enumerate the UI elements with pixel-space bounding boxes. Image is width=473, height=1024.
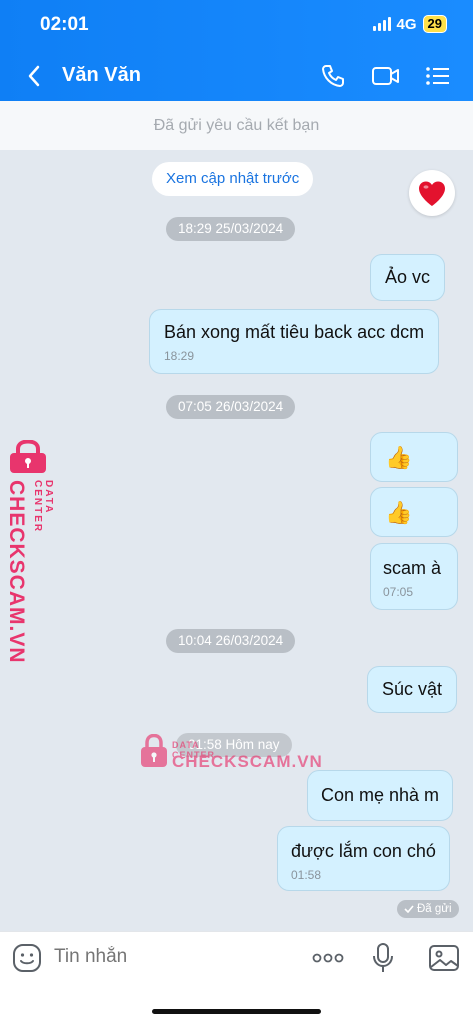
status-time: 02:01 [40, 14, 89, 35]
timestamp-divider: 10:04 26/03/2024 [166, 629, 296, 653]
message-time: 18:29 [164, 349, 195, 363]
battery-icon: 29 [422, 15, 447, 33]
lock-icon [141, 733, 167, 767]
image-button[interactable] [428, 943, 460, 978]
chevron-left-icon [28, 65, 40, 87]
message-time: 01:58 [291, 868, 322, 882]
friend-request-banner: Đã gửi yêu cầu kết bạn [0, 101, 473, 150]
call-button[interactable] [317, 61, 349, 91]
smiley-icon [13, 944, 41, 972]
ellipsis-icon [312, 953, 344, 963]
chat-title[interactable]: Văn Văn [62, 64, 141, 87]
watermark-brand: CHECKSCAM.VN [172, 752, 323, 771]
heart-icon [419, 181, 445, 206]
message-time: 07:05 [383, 585, 414, 599]
home-indicator [152, 1009, 321, 1014]
message-text: được lắm con chó [291, 841, 436, 861]
message-text: Con mẹ nhà m [321, 785, 440, 805]
network-type: 4G [396, 15, 417, 33]
phone-icon [322, 65, 344, 87]
back-button[interactable] [20, 62, 48, 90]
signal-icon [372, 17, 391, 31]
more-options-button[interactable] [312, 950, 344, 968]
thumbs-up-emoji: 👍 [385, 500, 413, 525]
sent-status-badge: Đã gửi [397, 900, 459, 918]
message-bubble[interactable]: Con mẹ nhà m [307, 770, 454, 821]
message-text: Bán xong mất tiêu back acc dcm [164, 322, 425, 342]
message-text: Ảo vc [385, 267, 431, 287]
timestamp-divider: 07:05 26/03/2024 [166, 395, 296, 419]
app-header: 02:01 4G 29 Văn Văn [0, 0, 473, 101]
list-menu-icon [426, 67, 449, 85]
thumbs-up-emoji: 👍 [385, 445, 413, 470]
watermark-subtitle: DATA CENTER [32, 480, 54, 534]
voice-button[interactable] [371, 942, 395, 979]
menu-button[interactable] [422, 61, 454, 91]
load-more-button[interactable]: Xem cập nhật trước [152, 162, 314, 196]
message-bubble[interactable]: Bán xong mất tiêu back acc dcm 18:29 [149, 309, 440, 374]
emoji-button[interactable] [12, 943, 42, 973]
message-bubble[interactable]: Súc vật [367, 666, 458, 713]
message-text: scam à [383, 558, 442, 578]
microphone-icon [373, 943, 393, 972]
status-indicators: 4G 29 [372, 15, 447, 33]
message-text: Súc vật [382, 679, 443, 699]
lock-icon [10, 440, 46, 473]
check-icon [404, 905, 414, 914]
message-bubble[interactable]: Ảo vc [370, 254, 446, 301]
watermark-brand: CHECKSCAM.VN [5, 480, 28, 664]
message-bubble[interactable]: 👍 [370, 487, 458, 537]
message-bubble[interactable]: 👍 [370, 432, 458, 482]
react-button[interactable] [409, 170, 455, 216]
video-camera-icon [372, 67, 399, 85]
message-bubble[interactable]: scam à 07:05 [370, 543, 458, 610]
watermark-center: DATA CENTER CHECKSCAM.VN [140, 733, 322, 773]
video-call-button[interactable] [370, 61, 402, 91]
message-bubble[interactable]: được lắm con chó 01:58 [277, 826, 450, 891]
sent-status-text: Đã gửi [417, 903, 452, 915]
message-input[interactable] [54, 946, 294, 968]
timestamp-divider: 18:29 25/03/2024 [166, 217, 296, 241]
image-icon [429, 945, 459, 971]
